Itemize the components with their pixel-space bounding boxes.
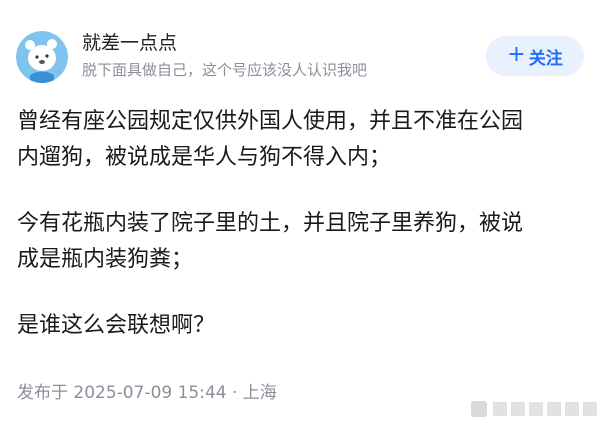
avatar[interactable] — [16, 31, 68, 83]
post-body: 曾经有座公园规定仅供外国人使用，并且不准在公园 内遛狗，被说成是华人与狗不得入内… — [17, 104, 597, 374]
post-paragraph: 曾经有座公园规定仅供外国人使用，并且不准在公园 内遛狗，被说成是华人与狗不得入内… — [17, 104, 597, 176]
follow-button-label: 关注 — [528, 48, 563, 69]
watermark-icon — [471, 401, 597, 417]
post-line: 是谁这么会联想啊？ — [17, 313, 216, 338]
author-bio: 脱下面具做自己，这个号应该没人认识我吧 — [82, 61, 368, 79]
follow-button[interactable]: + 关注 — [486, 36, 584, 76]
bear-avatar-icon — [16, 31, 68, 83]
post-card: 就差一点点 脱下面具做自己，这个号应该没人认识我吧 + 关注 曾经有座公园规定仅… — [0, 0, 611, 426]
author-name[interactable]: 就差一点点 — [82, 32, 177, 54]
post-paragraph: 是谁这么会联想啊？ — [17, 308, 597, 344]
post-line: 成是瓶内装狗粪； — [17, 247, 194, 272]
post-paragraph: 今有花瓶内装了院子里的土，并且院子里养狗，被说 成是瓶内装狗粪； — [17, 206, 597, 278]
plus-icon: + — [507, 42, 526, 67]
post-line: 曾经有座公园规定仅供外国人使用，并且不准在公园 — [17, 109, 524, 134]
post-meta: 发布于 2025-07-09 15:44 · 上海 — [17, 383, 277, 403]
post-line: 今有花瓶内装了院子里的土，并且院子里养狗，被说 — [17, 211, 524, 236]
post-line: 内遛狗，被说成是华人与狗不得入内； — [17, 145, 392, 170]
